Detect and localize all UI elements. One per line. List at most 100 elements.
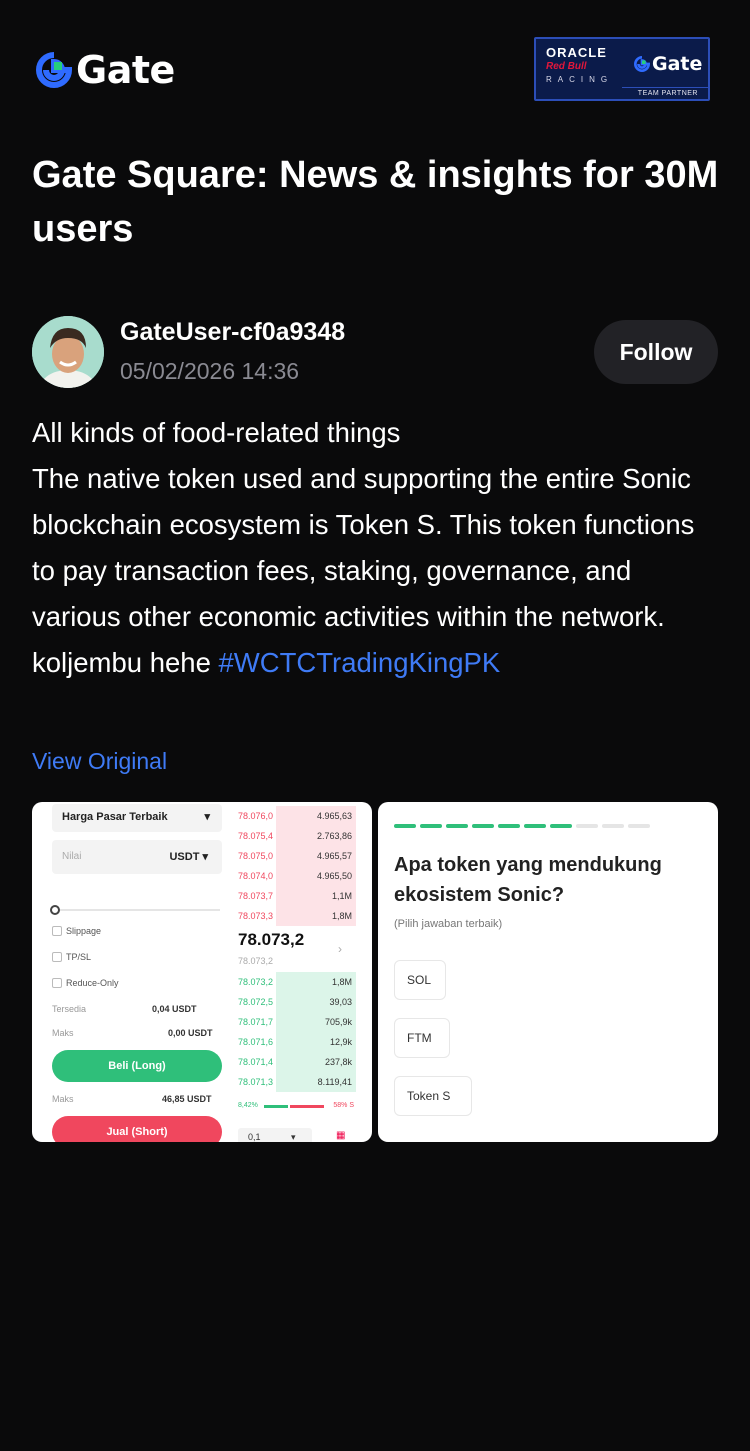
gate-logo-icon — [634, 56, 650, 72]
ask-price: 78.075,4 — [238, 831, 274, 841]
max-value: 46,85 USDT — [162, 1094, 212, 1104]
order-form: Harga Pasar Terbaik ▾ Nilai USDT ▾ Slipp… — [32, 802, 232, 1142]
max-value: 0,00 USDT — [168, 1028, 213, 1038]
ask-row: 78.073,7 1,1M — [236, 886, 356, 906]
avatar[interactable] — [32, 316, 104, 388]
progress-step — [628, 824, 650, 828]
progress-step — [602, 824, 624, 828]
ask-qty: 2.763,86 — [316, 831, 352, 841]
post-text: koljembu hehe — [32, 647, 219, 678]
bid-price: 78.071,6 — [238, 1037, 274, 1047]
quiz-option: Token S — [394, 1076, 472, 1116]
progress-step — [498, 824, 520, 828]
post-body: All kinds of food-related things The nat… — [32, 410, 722, 686]
partner-gate-text: Gate — [652, 53, 703, 75]
last-price: 78.073,2 — [238, 930, 305, 949]
progress-step — [524, 824, 546, 828]
ask-qty: 4.965,63 — [316, 811, 352, 821]
post-images: Harga Pasar Terbaik ▾ Nilai USDT ▾ Slipp… — [32, 802, 718, 1142]
bid-qty: 8.119,41 — [317, 1077, 352, 1087]
post-line: The native token used and supporting the… — [32, 463, 695, 632]
ask-qty: 4.965,57 — [316, 851, 352, 861]
ask-price: 78.074,0 — [238, 871, 274, 881]
option-label: Slippage — [66, 926, 102, 936]
gate-logo[interactable]: Gate — [36, 48, 175, 92]
avatar-image — [32, 316, 104, 388]
partner-redbull-text: Red Bull — [546, 61, 587, 72]
bid-row: 78.071,7 705,9k — [236, 1012, 356, 1032]
option-label: TP/SL — [66, 952, 92, 962]
order-type-select: Harga Pasar Terbaik ▾ — [52, 804, 222, 832]
bid-row: 78.071,4 237,8k — [236, 1052, 356, 1072]
max-label: Maks — [52, 1028, 74, 1038]
checkbox-icon — [52, 978, 62, 988]
bid-row: 78.071,6 12,9k — [236, 1032, 356, 1052]
dropdown-icon: ▾ — [204, 811, 210, 823]
slider-knob — [50, 905, 60, 915]
buy-ratio: 8,42% — [238, 1102, 258, 1109]
ask-price: 78.073,3 — [238, 911, 274, 921]
mark-price: 78.073,2 — [238, 956, 274, 966]
ask-row: 78.075,0 4.965,57 — [236, 846, 356, 866]
ask-row: 78.074,0 4.965,50 — [236, 866, 356, 886]
progress-step — [394, 824, 416, 828]
bid-row: 78.072,5 39,03 — [236, 992, 356, 1012]
progress-step — [472, 824, 494, 828]
checkbox-icon — [52, 952, 62, 962]
depth-select: 0,1 ▾ — [238, 1128, 312, 1142]
ask-qty: 4.965,50 — [316, 871, 352, 881]
sell-ratio: 58% S — [333, 1102, 354, 1109]
bid-price: 78.073,2 — [238, 977, 274, 987]
partner-racing-text: RACING — [546, 75, 614, 84]
team-partner-label: TEAM PARTNER — [637, 90, 698, 97]
follow-button[interactable]: Follow — [594, 320, 718, 384]
ask-qty: 1,1M — [331, 891, 352, 901]
hashtag-link[interactable]: #WCTCTradingKingPK — [219, 647, 501, 678]
currency-select: USDT ▾ — [169, 851, 208, 863]
order-book: 78.076,0 4.965,63 78.075,4 2.763,86 78.075… — [236, 802, 360, 1142]
chevron-right-icon: › — [338, 942, 342, 956]
checkbox-icon — [52, 926, 62, 936]
available-label: Tersedia — [52, 1004, 87, 1014]
post-line: All kinds of food-related things — [32, 417, 401, 448]
quiz-image[interactable]: Apa token yang mendukung ekosistem Sonic… — [378, 802, 718, 1142]
quiz-progress — [394, 824, 650, 828]
brand-name: Gate — [76, 48, 175, 92]
view-original-link[interactable]: View Original — [32, 748, 167, 775]
value-placeholder: Nilai — [62, 851, 82, 862]
buy-sell-ratio: 8,42% 58% S — [238, 1102, 354, 1110]
username[interactable]: GateUser-cf0a9348 — [120, 318, 345, 347]
trading-image[interactable]: Harga Pasar Terbaik ▾ Nilai USDT ▾ Slipp… — [32, 802, 372, 1142]
bid-qty: 705,9k — [324, 1017, 352, 1027]
oracle-redbull-partner-badge: ORACLE Red Bull RACING Gate TEAM PARTNER — [534, 37, 710, 101]
quiz-option: FTM — [394, 1018, 450, 1058]
bid-qty: 39,03 — [329, 997, 352, 1007]
currency-label: USDT — [169, 851, 200, 863]
order-type-label: Harga Pasar Terbaik — [62, 811, 168, 823]
sell-short-button: Jual (Short) — [52, 1116, 222, 1142]
page-title: Gate Square: News & insights for 30M use… — [32, 154, 719, 250]
bid-row: 78.071,3 8.119,41 — [236, 1072, 356, 1092]
ask-row: 78.073,3 1,8M — [236, 906, 356, 926]
quiz-hint: (Pilih jawaban terbaik) — [394, 918, 503, 930]
bid-row: 78.073,2 1,8M — [236, 972, 356, 992]
ask-qty: 1,8M — [331, 911, 352, 921]
post-author: GateUser-cf0a9348 05/02/2026 14:36 Follo… — [32, 316, 722, 388]
sell-ratio-bar — [290, 1105, 324, 1108]
gate-logo-icon — [36, 52, 72, 88]
partner-gate-logo: Gate — [634, 53, 702, 75]
ask-row: 78.076,0 4.965,63 — [236, 806, 356, 826]
buy-ratio-bar — [264, 1105, 288, 1108]
post-timestamp: 05/02/2026 14:36 — [120, 358, 300, 384]
progress-step — [420, 824, 442, 828]
depth-value: 0,1 — [248, 1132, 261, 1142]
ask-price: 78.075,0 — [238, 851, 274, 861]
dropdown-icon: ▾ — [291, 1132, 296, 1142]
max-label: Maks — [52, 1094, 74, 1104]
progress-step — [550, 824, 572, 828]
post-line: koljembu hehe #WCTCTradingKingPK — [32, 640, 722, 686]
bid-price: 78.071,4 — [238, 1057, 274, 1067]
bid-price: 78.071,7 — [238, 1017, 274, 1027]
grid-icon: ▦ — [336, 1130, 346, 1141]
bid-price: 78.071,3 — [238, 1077, 274, 1087]
